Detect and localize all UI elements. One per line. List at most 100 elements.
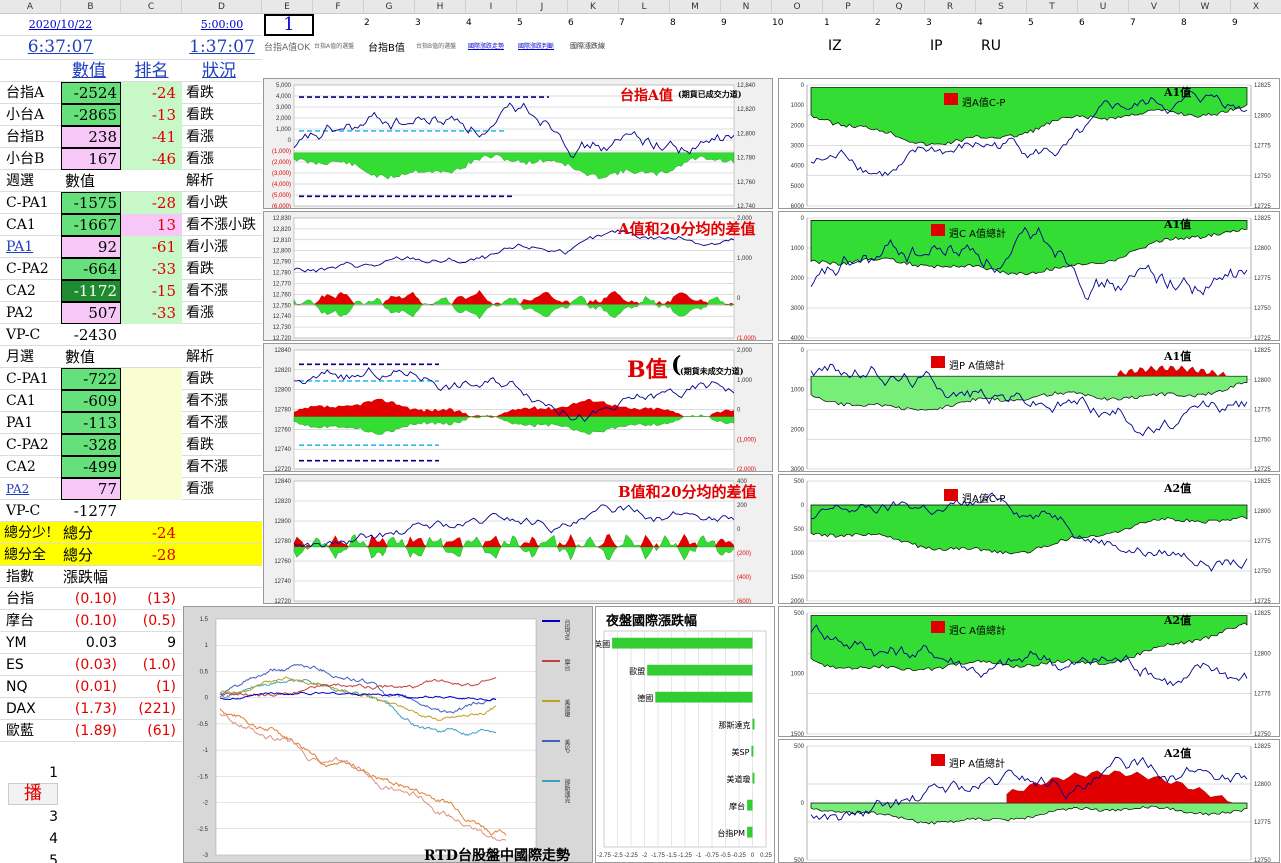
- link-a-select[interactable]: 台指A值的選盤: [314, 41, 354, 50]
- value-cell[interactable]: -499: [61, 456, 121, 478]
- column-header-s[interactable]: S: [976, 0, 1027, 14]
- row-label[interactable]: PA2: [0, 478, 61, 500]
- value-cell[interactable]: 238: [61, 126, 121, 148]
- column-header-a[interactable]: A: [0, 0, 61, 14]
- play-button[interactable]: 播: [8, 783, 58, 805]
- tick-label: 12775: [1254, 820, 1271, 826]
- timer-cell[interactable]: 1:37:07: [182, 36, 262, 59]
- rank-cell[interactable]: -46: [121, 148, 182, 170]
- column-header-d[interactable]: D: [182, 0, 262, 14]
- code-iz: IZ: [828, 38, 842, 54]
- column-header-v[interactable]: V: [1129, 0, 1180, 14]
- value-cell[interactable]: -2524: [61, 82, 121, 104]
- tick-label: -1.5: [666, 853, 677, 859]
- column-header-f[interactable]: F: [313, 0, 364, 14]
- column-header-e[interactable]: E: [262, 0, 313, 14]
- code-ip: IP: [930, 38, 943, 54]
- value-cell[interactable]: -1277: [61, 500, 121, 522]
- value-cell[interactable]: -113: [61, 412, 121, 434]
- rank-cell[interactable]: [121, 324, 182, 346]
- tick-label: 1,000: [737, 378, 753, 384]
- header-row-1: 2020/10/22 5:00:00: [0, 14, 262, 36]
- tick-label: (5,000): [272, 193, 291, 199]
- column-header-b[interactable]: B: [61, 0, 121, 14]
- tick-label: 12,830: [273, 216, 292, 222]
- rank-cell[interactable]: -15: [121, 280, 182, 302]
- link-intl-trend[interactable]: 國際漲跌走勢: [468, 41, 504, 50]
- value-cell[interactable]: 507: [61, 302, 121, 324]
- link-intl-line[interactable]: 國際漲跌線: [570, 41, 605, 51]
- tick-label: 0: [288, 138, 292, 144]
- value-cell[interactable]: -609: [61, 390, 121, 412]
- tick-label: 12,740: [737, 204, 756, 209]
- tick-label: 12,760: [273, 292, 292, 298]
- row-label[interactable]: PA1: [0, 236, 61, 258]
- tick-label: 12750: [1254, 569, 1271, 575]
- value-cell[interactable]: -328: [61, 434, 121, 456]
- active-cell-input[interactable]: 1: [264, 14, 314, 36]
- column-header-w[interactable]: W: [1180, 0, 1231, 14]
- column-header-x[interactable]: X: [1231, 0, 1281, 14]
- tick-label: 3000: [791, 467, 805, 472]
- clock-cell[interactable]: 6:37:07: [0, 36, 121, 59]
- value-cell[interactable]: 92: [61, 236, 121, 258]
- index-points: (1): [156, 679, 176, 695]
- rank-cell[interactable]: 13: [121, 214, 182, 236]
- tick-label: 12,730: [273, 325, 292, 331]
- date-cell[interactable]: 2020/10/22: [0, 14, 121, 35]
- tick-label: -1: [203, 748, 209, 754]
- weekly-row: C-PA1 -1575 -28 看小跌: [0, 192, 262, 214]
- value-cell[interactable]: 167: [61, 148, 121, 170]
- rank-cell[interactable]: -33: [121, 302, 182, 324]
- tick-label: 1,000: [737, 256, 753, 262]
- tick-label: 12800: [1254, 782, 1271, 788]
- column-header-u[interactable]: U: [1078, 0, 1129, 14]
- column-header-h[interactable]: H: [415, 0, 466, 14]
- weekly-row: C-PA2 -664 -33 看跌: [0, 258, 262, 280]
- column-header-j[interactable]: J: [517, 0, 568, 14]
- bottom-number: 3: [49, 809, 58, 825]
- area-series: [810, 802, 1248, 825]
- row-label: 台指B: [6, 129, 45, 145]
- rank-cell[interactable]: -13: [121, 104, 182, 126]
- value-cell[interactable]: -664: [61, 258, 121, 280]
- link-intl-judge[interactable]: 國際漲跌判斷: [518, 41, 554, 50]
- column-header-g[interactable]: G: [364, 0, 415, 14]
- bottom-number: 5: [49, 853, 58, 863]
- column-header-q[interactable]: Q: [874, 0, 925, 14]
- rank-cell[interactable]: -33: [121, 258, 182, 280]
- link-b-select[interactable]: 台指B值的選盤: [416, 41, 456, 50]
- value-cell[interactable]: 77: [61, 478, 121, 500]
- link-b[interactable]: 台指B值: [368, 39, 405, 54]
- column-header-l[interactable]: L: [619, 0, 670, 14]
- status-cell: [182, 324, 262, 346]
- value-cell[interactable]: -1575: [61, 192, 121, 214]
- tick-label: 4000: [791, 164, 805, 170]
- value-cell[interactable]: -722: [61, 368, 121, 390]
- rank-cell: [121, 390, 182, 412]
- value-cell[interactable]: -1667: [61, 214, 121, 236]
- rank-cell[interactable]: -61: [121, 236, 182, 258]
- link-a-ok[interactable]: 台指A值OK: [264, 40, 310, 53]
- index-name: NQ: [6, 679, 28, 695]
- column-header-p[interactable]: P: [823, 0, 874, 14]
- weekly-row: VP-C -2430: [0, 324, 262, 346]
- value-cell[interactable]: -1172: [61, 280, 121, 302]
- rank-cell[interactable]: -24: [121, 82, 182, 104]
- time-cell[interactable]: 5:00:00: [182, 14, 262, 35]
- column-header-t[interactable]: T: [1027, 0, 1078, 14]
- column-header-n[interactable]: N: [721, 0, 772, 14]
- column-header-i[interactable]: I: [466, 0, 517, 14]
- index-pct: (0.01): [74, 679, 117, 695]
- chart-subtitle: (期貨未成交力道): [680, 366, 744, 376]
- column-header-r[interactable]: R: [925, 0, 976, 14]
- value-cell[interactable]: -2865: [61, 104, 121, 126]
- rank-cell[interactable]: -41: [121, 126, 182, 148]
- value-cell[interactable]: -2430: [61, 324, 121, 346]
- column-header-o[interactable]: O: [772, 0, 823, 14]
- column-header-m[interactable]: M: [670, 0, 721, 14]
- rank-cell[interactable]: -28: [121, 192, 182, 214]
- column-header-c[interactable]: C: [121, 0, 182, 14]
- column-header-k[interactable]: K: [568, 0, 619, 14]
- index-row: YM 0.03 9: [0, 632, 182, 654]
